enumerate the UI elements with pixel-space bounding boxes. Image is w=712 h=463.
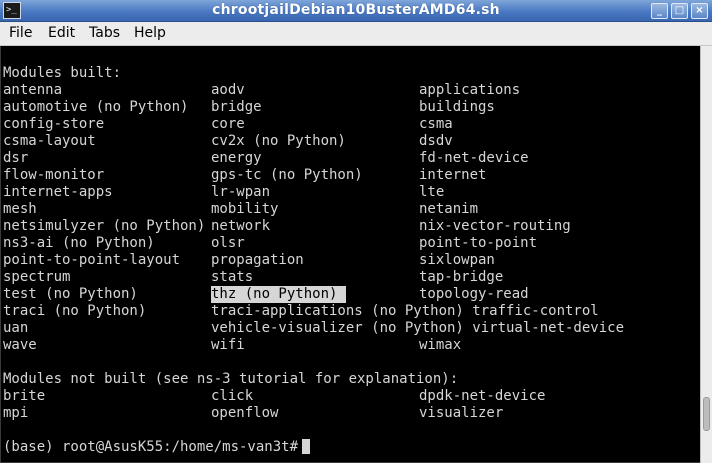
module-name: wifi <box>211 337 245 353</box>
module-name: aodv <box>211 82 245 98</box>
module-name: automotive (no Python) <box>3 99 189 115</box>
module-name: brite <box>3 388 46 404</box>
module-name: traci (no Python) <box>3 303 147 319</box>
module-name: vehicle-visualizer (no Python) virtual-n… <box>211 320 625 336</box>
module-name: mesh <box>3 201 37 217</box>
close-button[interactable]: × <box>691 3 708 19</box>
module-name: wimax <box>419 337 462 353</box>
module-name: propagation <box>211 252 304 268</box>
terminal-window: >_ chrootjailDebian10BusterAMD64.sh _ □ … <box>0 0 712 463</box>
module-name: stats <box>211 269 254 285</box>
menu-help[interactable]: Help <box>134 25 166 41</box>
module-name: ns3-ai (no Python) <box>3 235 155 251</box>
module-name: lte <box>419 184 445 200</box>
module-name: dsdv <box>419 133 453 149</box>
shell-prompt-line[interactable]: (base) root@AsusK55:/home/ms-van3t# <box>3 439 311 456</box>
module-name: csma-layout <box>3 133 96 149</box>
module-name: point-to-point <box>419 235 538 251</box>
module-name: uan <box>3 320 29 336</box>
menu-file[interactable]: File <box>9 25 32 41</box>
maximize-button[interactable]: □ <box>671 3 688 19</box>
not-built-modules-header: Modules not built (see ns-3 tutorial for… <box>3 371 459 387</box>
module-name: spectrum <box>3 269 71 285</box>
module-name: energy <box>211 150 262 166</box>
module-name: lr-wpan <box>211 184 271 200</box>
module-name: sixlowpan <box>419 252 495 268</box>
module-name: netanim <box>419 201 479 217</box>
selected-text: thz (no Python) <box>211 286 346 303</box>
module-name: click <box>211 388 254 404</box>
scrollbar-thumb[interactable] <box>703 397 710 431</box>
module-name: applications <box>419 82 521 98</box>
module-name: dpdk-net-device <box>419 388 546 404</box>
module-name: openflow <box>211 405 279 421</box>
module-name: topology-read <box>419 286 529 302</box>
window-title: chrootjailDebian10BusterAMD64.sh <box>212 2 500 18</box>
menu-edit[interactable]: Edit <box>48 25 75 41</box>
module-name: visualizer <box>419 405 504 421</box>
module-name: buildings <box>419 99 495 115</box>
module-name: traci-applications (no Python) traffic-c… <box>211 303 599 319</box>
built-modules-header: Modules built: <box>3 65 122 81</box>
module-name: fd-net-device <box>419 150 529 166</box>
module-name: config-store <box>3 116 105 132</box>
module-name: antenna <box>3 82 63 98</box>
module-name: internet-apps <box>3 184 113 200</box>
shell-prompt: (base) root@AsusK55:/home/ms-van3t# <box>3 439 299 455</box>
title-bar[interactable]: >_ chrootjailDebian10BusterAMD64.sh _ □ … <box>0 0 712 22</box>
module-name: tap-bridge <box>419 269 504 285</box>
module-name: internet <box>419 167 487 183</box>
module-name: core <box>211 116 245 132</box>
module-name: olsr <box>211 235 245 251</box>
module-name: gps-tc (no Python) <box>211 167 363 183</box>
terminal-output[interactable]: Modules built: antenna aodv applications aut… <box>0 46 700 463</box>
module-name: mobility <box>211 201 279 217</box>
minimize-button[interactable]: _ <box>651 3 668 19</box>
module-name: cv2x (no Python) <box>211 133 346 149</box>
module-name: netsimulyzer (no Python) <box>3 218 206 234</box>
text-cursor <box>302 439 311 454</box>
module-name: test (no Python) <box>3 286 138 302</box>
terminal-scrollbar[interactable] <box>700 46 712 463</box>
module-name: csma <box>419 116 453 132</box>
module-name: flow-monitor <box>3 167 105 183</box>
module-name: network <box>211 218 271 234</box>
module-name: bridge <box>211 99 262 115</box>
module-name: point-to-point-layout <box>3 252 181 268</box>
module-name: dsr <box>3 150 29 166</box>
module-name: nix-vector-routing <box>419 218 571 234</box>
menu-bar: File Edit Tabs Help <box>0 22 712 46</box>
module-name: wave <box>3 337 37 353</box>
menu-tabs[interactable]: Tabs <box>89 25 120 41</box>
window-controls: _ □ × <box>651 3 708 19</box>
module-name: mpi <box>3 405 29 421</box>
